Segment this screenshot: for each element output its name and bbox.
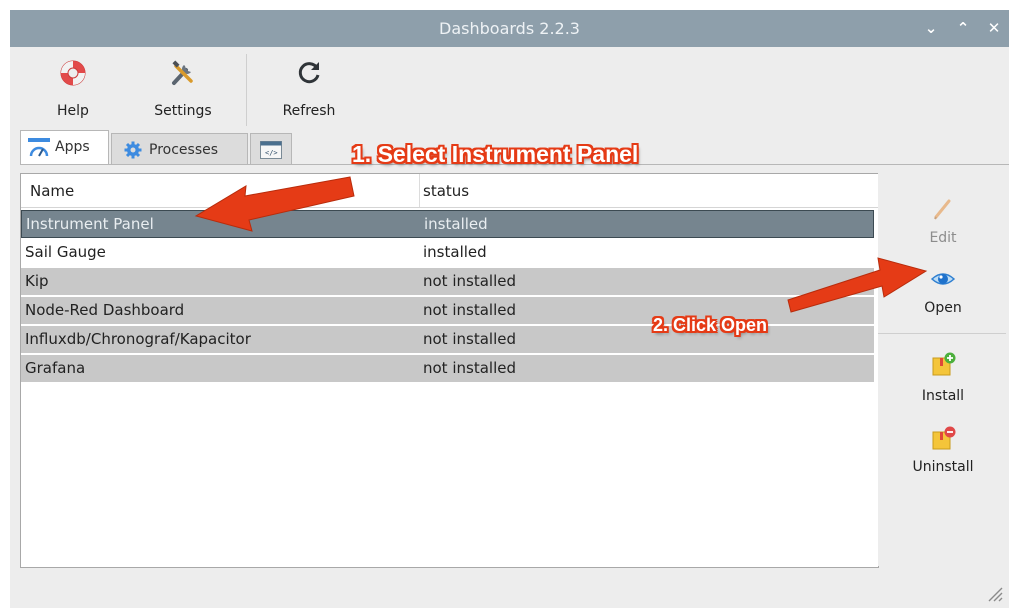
help-label: Help: [57, 103, 89, 119]
minimize-button[interactable]: ⌄: [922, 18, 940, 38]
table-row[interactable]: Sail Gauge installed: [21, 239, 874, 268]
app-window: Dashboards 2.2.3 ⌄ ⌃ ✕ Help Settings Ref…: [10, 10, 1009, 608]
row-name: Sail Gauge: [25, 243, 106, 261]
maximize-button[interactable]: ⌃: [954, 18, 972, 38]
column-divider[interactable]: [419, 174, 420, 207]
tab-processes-label: Processes: [149, 142, 219, 158]
eye-icon: [930, 273, 956, 285]
column-header-status[interactable]: status: [423, 182, 469, 200]
open-label: Open: [924, 300, 962, 316]
row-name: Influxdb/Chronograf/Kapacitor: [25, 330, 251, 348]
tab-apps[interactable]: Apps: [20, 130, 109, 164]
edit-button[interactable]: Edit: [878, 195, 1008, 251]
refresh-icon: [298, 62, 320, 84]
row-status: not installed: [423, 272, 516, 290]
action-panel: Edit Open Install Uninstall: [878, 173, 1008, 566]
row-status: installed: [423, 243, 487, 261]
apps-table[interactable]: Name status Instrument Panel installed S…: [20, 173, 879, 568]
resize-grip-icon[interactable]: [983, 582, 1003, 602]
help-button[interactable]: Help: [45, 47, 101, 127]
settings-label: Settings: [154, 103, 212, 119]
pencil-icon: [934, 199, 951, 220]
action-separator: [878, 333, 1006, 334]
tab-processes[interactable]: Processes: [111, 133, 248, 164]
toolbar-separator: [246, 54, 247, 126]
uninstall-label: Uninstall: [912, 459, 974, 475]
title-bar[interactable]: Dashboards 2.2.3 ⌄ ⌃ ✕: [10, 10, 1009, 47]
gear-icon: [124, 141, 142, 159]
row-status: not installed: [423, 301, 516, 319]
row-name: Grafana: [25, 359, 86, 377]
window-title: Dashboards 2.2.3: [439, 19, 580, 38]
column-header-name[interactable]: Name: [30, 182, 74, 200]
close-button[interactable]: ✕: [985, 18, 1003, 38]
tab-apps-label: Apps: [55, 139, 90, 155]
uninstall-package-icon: [932, 426, 956, 450]
gauge-icon: [28, 138, 50, 157]
edit-label: Edit: [929, 230, 957, 246]
install-label: Install: [921, 388, 965, 404]
refresh-label: Refresh: [282, 103, 336, 119]
code-window-icon: </>: [260, 141, 282, 159]
settings-button[interactable]: Settings: [143, 47, 223, 127]
tab-terminal[interactable]: </>: [250, 133, 292, 164]
row-status: installed: [424, 215, 488, 233]
annotation-step2: 2. Click Open: [653, 315, 768, 335]
table-row[interactable]: Instrument Panel installed: [21, 210, 874, 238]
row-name: Node-Red Dashboard: [25, 301, 185, 319]
toolbar: Help Settings Refresh: [10, 47, 1009, 136]
table-row[interactable]: Kip not installed: [21, 268, 874, 297]
table-header: Name status: [21, 174, 878, 208]
row-status: not installed: [423, 330, 516, 348]
row-status: not installed: [423, 359, 516, 377]
install-button[interactable]: Install: [878, 351, 1008, 407]
status-area: [10, 567, 1009, 608]
open-button[interactable]: Open: [878, 266, 1008, 322]
annotation-step1: 1. Select Instrument Panel: [352, 141, 639, 167]
lifebuoy-icon: [60, 60, 86, 86]
refresh-button[interactable]: Refresh: [274, 47, 344, 127]
tools-icon: [172, 60, 193, 85]
table-row[interactable]: Grafana not installed: [21, 355, 874, 384]
uninstall-button[interactable]: Uninstall: [878, 425, 1008, 481]
svg-text:</>: </>: [265, 149, 278, 157]
install-package-icon: [932, 352, 956, 376]
row-name: Instrument Panel: [26, 215, 154, 233]
row-name: Kip: [25, 272, 49, 290]
